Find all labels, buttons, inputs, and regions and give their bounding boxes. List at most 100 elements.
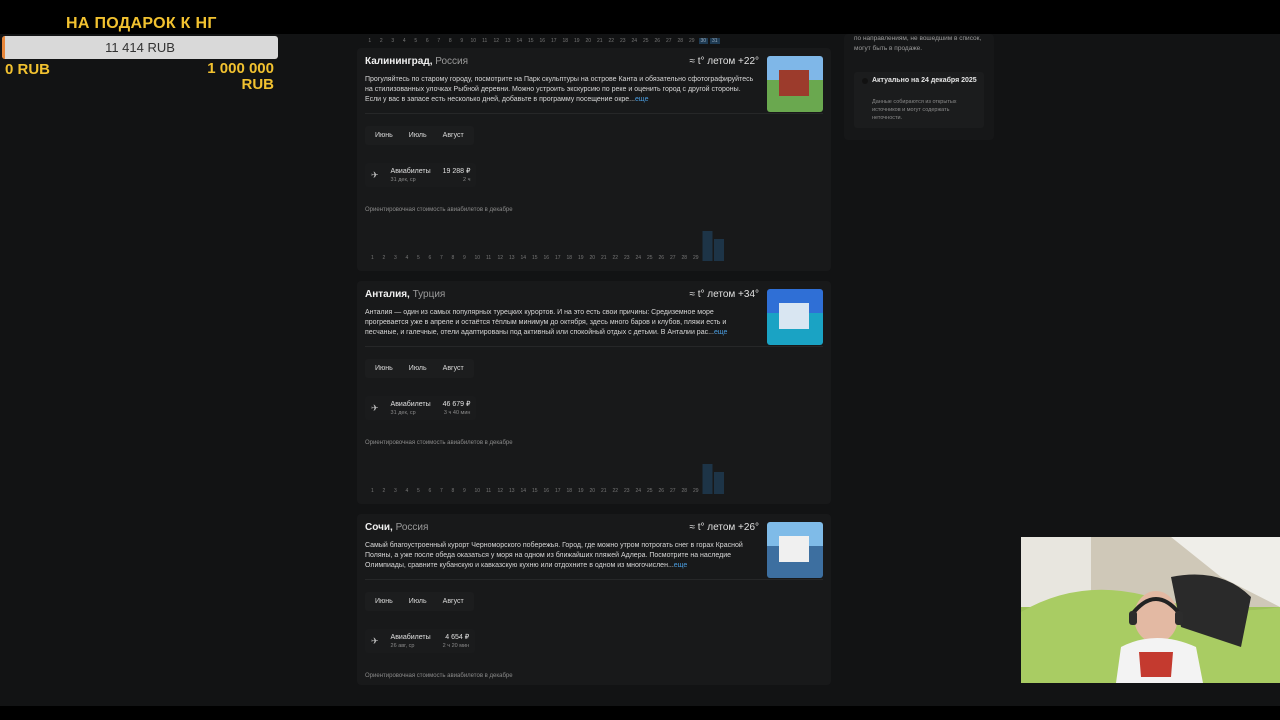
day-label: 5 — [414, 38, 418, 44]
donation-progress-bar: 11 414 RUB — [2, 36, 278, 59]
day-label: 8 — [448, 38, 452, 44]
chart-day-label: 22 — [613, 488, 619, 494]
webcam-image — [1021, 537, 1280, 683]
destination-description: Самый благоустроенный курорт Черноморско… — [365, 541, 757, 571]
chart-day-label: 2 — [383, 488, 386, 494]
summer-temperature: ≈ t° летом +34° — [689, 289, 759, 300]
sidebar-intro-text: по направлениям, не вошедшим в список, м… — [854, 35, 982, 52]
destination-city: Сочи, — [365, 522, 393, 533]
chart-day-label: 14 — [521, 255, 527, 261]
chart-day-label: 6 — [429, 255, 432, 261]
donation-goal-widget: НА ПОДАРОК К НГ 11 414 RUB 0 RUB 1 000 0… — [0, 14, 282, 96]
day-label: 27 — [665, 38, 672, 44]
chart-day-label: 19 — [578, 255, 584, 261]
destination-photo[interactable] — [767, 522, 823, 578]
tab-august[interactable]: Август — [437, 596, 470, 607]
flight-offer[interactable]: ✈ Авиабилеты 26 авг, ср 4 654 ₽ 2 ч 20 м… — [365, 629, 476, 653]
destinations-list[interactable]: 1 2 3 4 5 6 7 8 9 10 11 12 13 14 15 16 17 18 19 20 21 22 23 24 2… — [357, 34, 831, 706]
destination-photo[interactable] — [767, 56, 823, 112]
price-chart: 1 2 3 4 5 6 7 8 9 10 11 12 13 14 15 16 17 18 19 20 21 22 23 24 2… — [365, 450, 823, 498]
donation-min: 0 RUB — [5, 61, 51, 78]
chart-day-label: 7 — [440, 488, 443, 494]
tab-july[interactable]: Июль — [403, 130, 433, 141]
offer-label: Авиабилеты — [390, 167, 431, 175]
destination-photo[interactable] — [767, 289, 823, 345]
chart-day-label: 21 — [601, 255, 607, 261]
chart-day-label: 14 — [521, 488, 527, 494]
tab-august[interactable]: Август — [437, 363, 470, 374]
offer-price: 19 288 ₽ — [442, 168, 471, 175]
read-more-link[interactable]: еще — [674, 562, 687, 569]
chart-day-label: 28 — [682, 255, 688, 261]
chart-day-label: 10 — [475, 255, 481, 261]
chart-day-label: 5 — [417, 488, 420, 494]
day-label: 12 — [493, 38, 500, 44]
destination-title[interactable]: Сочи, Россия — [365, 522, 428, 533]
day-label: 6 — [425, 38, 429, 44]
read-more-link[interactable]: еще — [635, 96, 648, 103]
chart-day-label: 23 — [624, 488, 630, 494]
chart-day-label: 13 — [509, 488, 515, 494]
chart-day-label: 3 — [394, 255, 397, 261]
day-label: 10 — [470, 38, 477, 44]
destination-card[interactable]: Сочи, Россия ≈ t° летом +26° Самый благо… — [357, 514, 831, 685]
day-label: 31 — [710, 38, 720, 44]
card-divider — [365, 113, 823, 114]
destination-title[interactable]: Калининград, Россия — [365, 56, 468, 67]
destination-card[interactable]: Анталия, Турция ≈ t° летом +34° Анталия … — [357, 281, 831, 504]
chart-day-label: 24 — [636, 488, 642, 494]
destination-card[interactable]: Калининград, Россия ≈ t° летом +22° Прог… — [357, 48, 831, 271]
chart-day-label: 20 — [590, 255, 596, 261]
offer-date: 31 дек, ср — [390, 176, 416, 183]
webcam-overlay — [1021, 537, 1280, 683]
chart-day-label: 27 — [670, 255, 676, 261]
day-label: 2 — [379, 38, 383, 44]
day-label: 14 — [516, 38, 523, 44]
card-divider — [365, 346, 823, 347]
destination-city: Анталия, — [365, 289, 410, 300]
day-label: 25 — [642, 38, 649, 44]
chart-day-label: 13 — [509, 255, 515, 261]
destination-description: Прогуляйтесь по старому городу, посмотри… — [365, 75, 757, 105]
offer-duration: 2 ч 20 мин — [442, 643, 470, 649]
price-bar[interactable] — [702, 231, 713, 261]
tab-june[interactable]: Июнь — [369, 363, 399, 374]
price-bar[interactable] — [702, 464, 713, 494]
sidebar-panel: по направлениям, не вошедшим в список, м… — [844, 34, 994, 140]
tab-june[interactable]: Июнь — [369, 596, 399, 607]
donation-current-amount: 11 414 RUB — [105, 40, 175, 55]
bottom-black-bar — [0, 706, 1280, 720]
price-chart-note: Ориентировочная стоимость авиабилетов в … — [365, 207, 513, 213]
price-bar[interactable] — [714, 239, 724, 261]
chart-day-label: 26 — [659, 255, 665, 261]
chart-day-label: 25 — [647, 488, 653, 494]
flight-offer[interactable]: ✈ Авиабилеты 31 дек, ср 46 679 ₽ 3 ч 40 … — [365, 396, 477, 420]
day-label: 18 — [562, 38, 569, 44]
day-label: 13 — [504, 38, 511, 44]
chart-day-label: 8 — [452, 255, 455, 261]
day-label: 21 — [596, 38, 603, 44]
month-tabs: Июнь Июль Август — [365, 126, 474, 145]
chart-day-label: 24 — [636, 255, 642, 261]
airplane-icon: ✈ — [371, 169, 379, 180]
chart-day-label: 18 — [567, 488, 573, 494]
read-more-link[interactable]: еще — [714, 329, 727, 336]
chart-day-label: 3 — [394, 488, 397, 494]
day-label: 23 — [619, 38, 626, 44]
destination-city: Калининград, — [365, 56, 433, 67]
price-bar[interactable] — [714, 472, 724, 494]
price-chart-note: Ориентировочная стоимость авиабилетов в … — [365, 440, 513, 446]
tab-july[interactable]: Июль — [403, 596, 433, 607]
tab-july[interactable]: Июль — [403, 363, 433, 374]
airplane-icon: ✈ — [371, 635, 379, 646]
chart-day-label: 15 — [532, 255, 538, 261]
month-tabs: Июнь Июль Август — [365, 592, 474, 611]
day-axis-strip: 1 2 3 4 5 6 7 8 9 10 11 12 13 14 15 16 17 18 19 20 21 22 23 24 2… — [357, 34, 831, 48]
data-freshness-card: Актуально на 24 декабря 2025 Данные соби… — [854, 72, 984, 128]
chart-day-label: 8 — [452, 488, 455, 494]
tab-june[interactable]: Июнь — [369, 130, 399, 141]
flight-offer[interactable]: ✈ Авиабилеты 31 дек, ср 19 288 ₽ 2 ч — [365, 163, 477, 187]
chart-day-label: 9 — [463, 488, 466, 494]
destination-title[interactable]: Анталия, Турция — [365, 289, 445, 300]
tab-august[interactable]: Август — [437, 130, 470, 141]
